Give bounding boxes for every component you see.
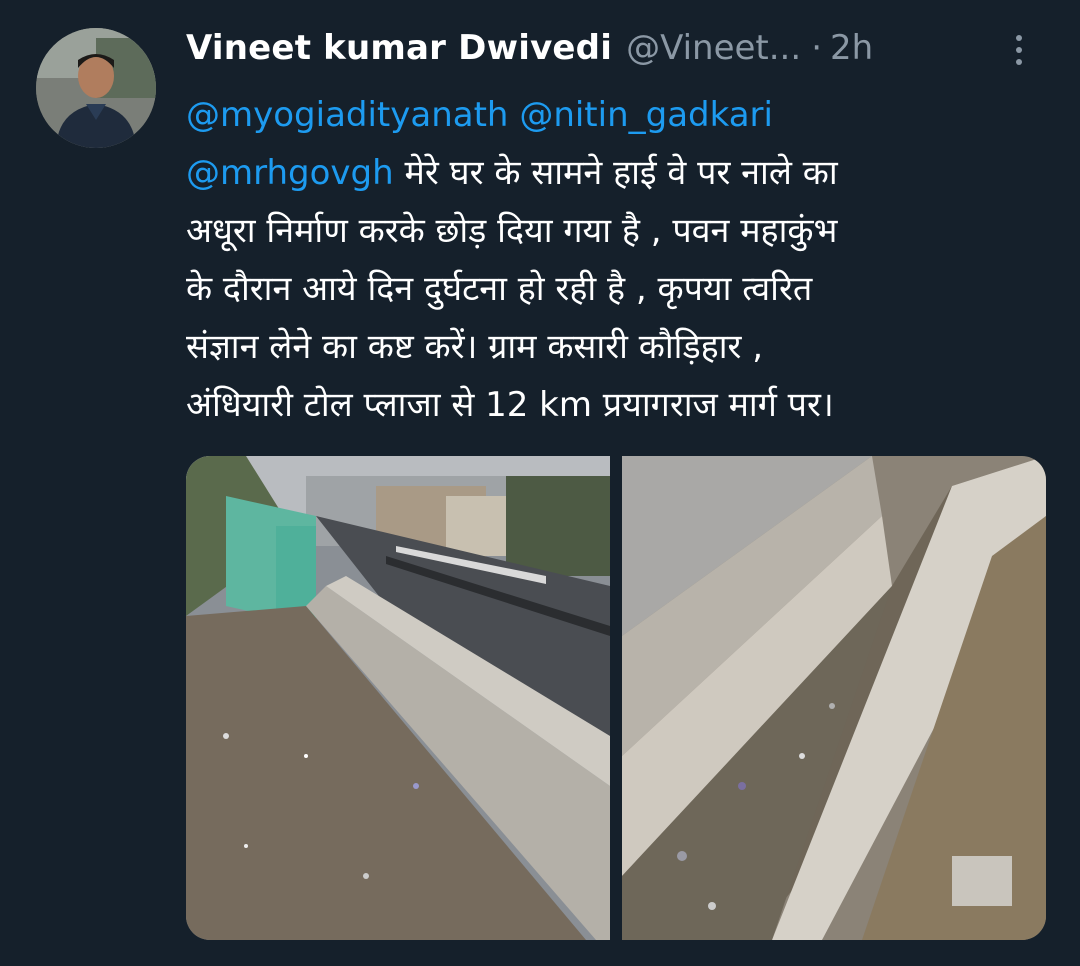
author-handle[interactable]: @Vineet... [626, 28, 801, 68]
tweet-text-line: अधूरा निर्माण करके छोड़ दिया गया है , पव… [186, 211, 838, 251]
tweet-text-line: @mrhgovgh मेरे घर के सामने हाई वे पर नाल… [186, 144, 1046, 202]
tweet-text-line: अंधियारी टोल प्लाजा से 12 km प्रयागराज म… [186, 385, 834, 425]
timestamp[interactable]: 2h [830, 28, 873, 68]
mention-link[interactable]: @myogiadityanath [186, 95, 509, 135]
tweet-header: Vineet kumar Dwivedi @Vineet... · 2h [186, 28, 1046, 68]
tweet-text-line: @myogiadityanath @nitin_gadkari [186, 86, 1046, 144]
mention-link[interactable]: @nitin_gadkari [519, 95, 773, 135]
author-name[interactable]: Vineet kumar Dwivedi [186, 28, 612, 68]
separator: · [811, 28, 822, 68]
media-photo-1[interactable] [186, 456, 610, 940]
media-photo-2[interactable] [622, 456, 1046, 940]
tweet-text-line: संज्ञान लेने का कष्ट करें। ग्राम कसारी क… [186, 327, 764, 367]
tweet-text-segment: मेरे घर के सामने हाई वे पर नाले का [404, 153, 838, 193]
tweet-text-line: के दौरान आये दिन दुर्घटना हो रही है , कृ… [186, 269, 813, 309]
more-vertical-icon[interactable] [1004, 30, 1034, 70]
tweet-text: @myogiadityanath @nitin_gadkari @mrhgovg… [186, 86, 1046, 434]
avatar-photo [36, 28, 156, 148]
media-grid [186, 456, 1046, 940]
avatar[interactable] [36, 28, 156, 148]
mention-link[interactable]: @mrhgovgh [186, 153, 394, 193]
